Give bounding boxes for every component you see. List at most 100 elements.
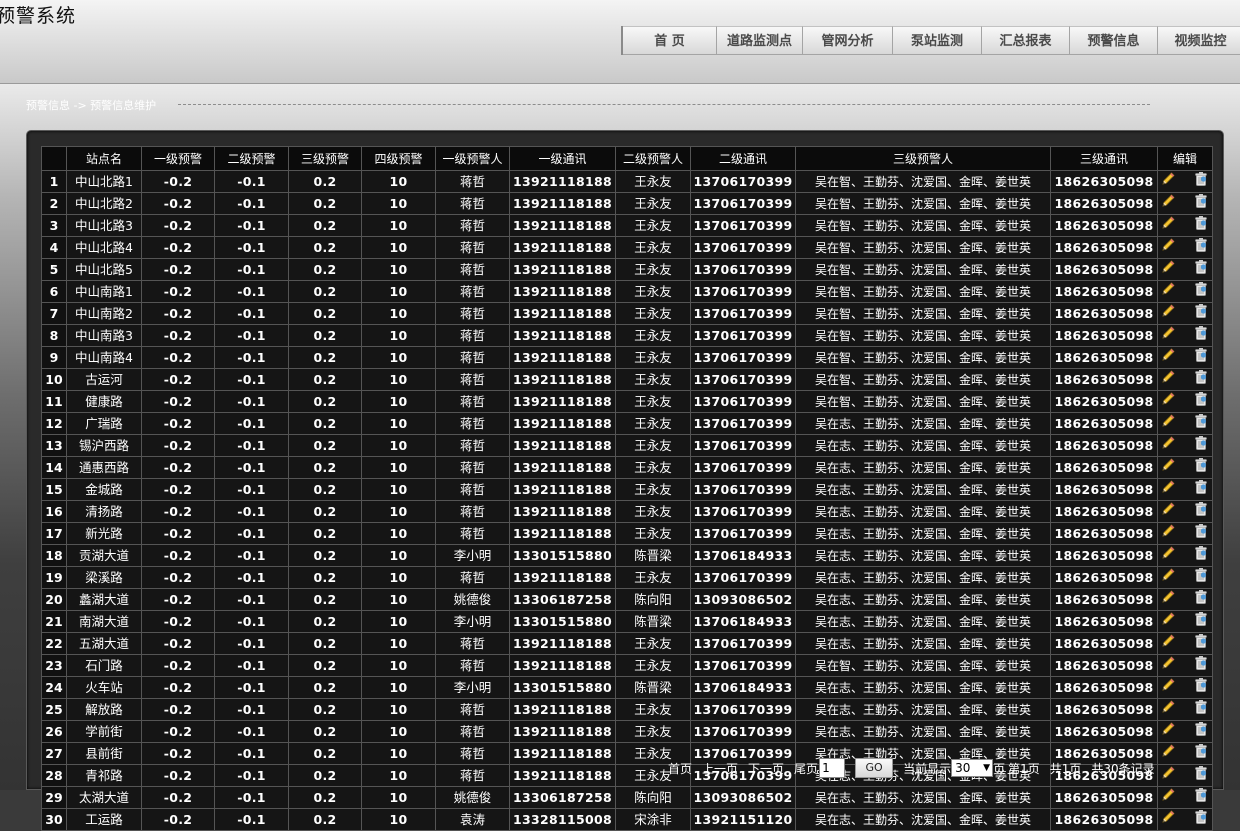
nav-item-0[interactable]: 首 页	[623, 26, 717, 55]
next-page-link[interactable]: 下一页	[748, 760, 784, 777]
pencil-icon[interactable]	[1160, 546, 1176, 566]
trash-icon[interactable]	[1193, 480, 1209, 500]
table-row[interactable]: 12 广瑞路 -0.2 -0.1 0.2 10 蒋哲 13921118188 王永友 137061…	[41, 412, 1213, 435]
pencil-icon[interactable]	[1160, 524, 1176, 544]
pencil-icon[interactable]	[1160, 348, 1176, 368]
table-row[interactable]: 20 蠡湖大道 -0.2 -0.1 0.2 10 姚德俊 13306187258 陈向阳 1309…	[41, 588, 1213, 611]
pencil-icon[interactable]	[1160, 634, 1176, 654]
table-row[interactable]: 23 石门路 -0.2 -0.1 0.2 10 蒋哲 13921118188 王永友 137061…	[41, 654, 1213, 677]
trash-icon[interactable]	[1193, 700, 1209, 720]
trash-icon[interactable]	[1193, 304, 1209, 324]
prev-page-link[interactable]: 上一页	[702, 760, 738, 777]
pencil-icon[interactable]	[1160, 788, 1176, 808]
pencil-icon[interactable]	[1160, 612, 1176, 632]
table-row[interactable]: 3 中山北路3 -0.2 -0.1 0.2 10 蒋哲 13921118188 王永友 13706…	[41, 214, 1213, 237]
pencil-icon[interactable]	[1160, 766, 1176, 786]
table-row[interactable]: 25 解放路 -0.2 -0.1 0.2 10 蒋哲 13921118188 王永友 137061…	[41, 698, 1213, 721]
pencil-icon[interactable]	[1160, 238, 1176, 258]
table-row[interactable]: 17 新光路 -0.2 -0.1 0.2 10 蒋哲 13921118188 王永友 137061…	[41, 522, 1213, 545]
trash-icon[interactable]	[1193, 546, 1209, 566]
table-row[interactable]: 24 火车站 -0.2 -0.1 0.2 10 李小明 13301515880 陈晋梁 13706…	[41, 676, 1213, 699]
table-row[interactable]: 22 五湖大道 -0.2 -0.1 0.2 10 蒋哲 13921118188 王永友 13706…	[41, 632, 1213, 655]
table-row[interactable]: 30 工运路 -0.2 -0.1 0.2 10 袁涛 13328115008 宋涂非 139211…	[41, 808, 1213, 831]
pencil-icon[interactable]	[1160, 744, 1176, 764]
trash-icon[interactable]	[1193, 766, 1209, 786]
trash-icon[interactable]	[1193, 590, 1209, 610]
table-row[interactable]: 1 中山北路1 -0.2 -0.1 0.2 10 蒋哲 13921118188 王永友 13706…	[41, 170, 1213, 193]
trash-icon[interactable]	[1193, 348, 1209, 368]
table-row[interactable]: 26 学前街 -0.2 -0.1 0.2 10 蒋哲 13921118188 王永友 137061…	[41, 720, 1213, 743]
pencil-icon[interactable]	[1160, 568, 1176, 588]
pencil-icon[interactable]	[1160, 260, 1176, 280]
pencil-icon[interactable]	[1160, 480, 1176, 500]
pencil-icon[interactable]	[1160, 216, 1176, 236]
table-row[interactable]: 18 贡湖大道 -0.2 -0.1 0.2 10 李小明 13301515880 陈晋梁 1370…	[41, 544, 1213, 567]
table-row[interactable]: 14 通惠西路 -0.2 -0.1 0.2 10 蒋哲 13921118188 王永友 13706…	[41, 456, 1213, 479]
nav-item-6[interactable]: 视频监控	[1158, 26, 1240, 55]
pencil-icon[interactable]	[1160, 414, 1176, 434]
trash-icon[interactable]	[1193, 392, 1209, 412]
table-row[interactable]: 4 中山北路4 -0.2 -0.1 0.2 10 蒋哲 13921118188 王永友 13706…	[41, 236, 1213, 259]
pencil-icon[interactable]	[1160, 656, 1176, 676]
pencil-icon[interactable]	[1160, 304, 1176, 324]
pencil-icon[interactable]	[1160, 810, 1176, 830]
nav-item-3[interactable]: 泵站监测	[893, 26, 982, 55]
trash-icon[interactable]	[1193, 194, 1209, 214]
pencil-icon[interactable]	[1160, 172, 1176, 192]
nav-item-5[interactable]: 预警信息	[1070, 26, 1158, 55]
pencil-icon[interactable]	[1160, 678, 1176, 698]
pencil-icon[interactable]	[1160, 458, 1176, 478]
trash-icon[interactable]	[1193, 216, 1209, 236]
trash-icon[interactable]	[1193, 502, 1209, 522]
trash-icon[interactable]	[1193, 568, 1209, 588]
page-number-input[interactable]	[819, 758, 846, 778]
trash-icon[interactable]	[1193, 238, 1209, 258]
go-button[interactable]: GO	[855, 758, 894, 778]
table-row[interactable]: 2 中山北路2 -0.2 -0.1 0.2 10 蒋哲 13921118188 王永友 13706…	[41, 192, 1213, 215]
trash-icon[interactable]	[1193, 282, 1209, 302]
trash-icon[interactable]	[1193, 172, 1209, 192]
pencil-icon[interactable]	[1160, 436, 1176, 456]
trash-icon[interactable]	[1193, 810, 1209, 830]
table-row[interactable]: 10 古运河 -0.2 -0.1 0.2 10 蒋哲 13921118188 王永友 137061…	[41, 368, 1213, 391]
pencil-icon[interactable]	[1160, 392, 1176, 412]
trash-icon[interactable]	[1193, 656, 1209, 676]
table-row[interactable]: 11 健康路 -0.2 -0.1 0.2 10 蒋哲 13921118188 王永友 137061…	[41, 390, 1213, 413]
table-row[interactable]: 6 中山南路1 -0.2 -0.1 0.2 10 蒋哲 13921118188 王永友 13706…	[41, 280, 1213, 303]
pencil-icon[interactable]	[1160, 700, 1176, 720]
trash-icon[interactable]	[1193, 634, 1209, 654]
table-row[interactable]: 7 中山南路2 -0.2 -0.1 0.2 10 蒋哲 13921118188 王永友 13706…	[41, 302, 1213, 325]
trash-icon[interactable]	[1193, 414, 1209, 434]
pencil-icon[interactable]	[1160, 722, 1176, 742]
trash-icon[interactable]	[1193, 722, 1209, 742]
trash-icon[interactable]	[1193, 436, 1209, 456]
trash-icon[interactable]	[1193, 458, 1209, 478]
pencil-icon[interactable]	[1160, 282, 1176, 302]
table-row[interactable]: 5 中山北路5 -0.2 -0.1 0.2 10 蒋哲 13921118188 王永友 13706…	[41, 258, 1213, 281]
pencil-icon[interactable]	[1160, 326, 1176, 346]
table-row[interactable]: 13 锡沪西路 -0.2 -0.1 0.2 10 蒋哲 13921118188 王永友 13706…	[41, 434, 1213, 457]
page-size-select[interactable]: 30 ▼	[951, 759, 994, 777]
table-row[interactable]: 15 金城路 -0.2 -0.1 0.2 10 蒋哲 13921118188 王永友 137061…	[41, 478, 1213, 501]
nav-item-2[interactable]: 管网分析	[803, 26, 893, 55]
table-row[interactable]: 21 南湖大道 -0.2 -0.1 0.2 10 李小明 13301515880 陈晋梁 1370…	[41, 610, 1213, 633]
trash-icon[interactable]	[1193, 260, 1209, 280]
trash-icon[interactable]	[1193, 788, 1209, 808]
pencil-icon[interactable]	[1160, 590, 1176, 610]
table-row[interactable]: 9 中山南路4 -0.2 -0.1 0.2 10 蒋哲 13921118188 王永友 13706…	[41, 346, 1213, 369]
nav-item-1[interactable]: 道路监测点	[717, 26, 803, 55]
pencil-icon[interactable]	[1160, 370, 1176, 390]
trash-icon[interactable]	[1193, 524, 1209, 544]
table-row[interactable]: 16 清扬路 -0.2 -0.1 0.2 10 蒋哲 13921118188 王永友 137061…	[41, 500, 1213, 523]
nav-item-4[interactable]: 汇总报表	[982, 26, 1070, 55]
table-row[interactable]: 19 梁溪路 -0.2 -0.1 0.2 10 蒋哲 13921118188 王永友 137061…	[41, 566, 1213, 589]
table-row[interactable]: 8 中山南路3 -0.2 -0.1 0.2 10 蒋哲 13921118188 王永友 13706…	[41, 324, 1213, 347]
first-page-link[interactable]: 首页	[668, 760, 692, 777]
trash-icon[interactable]	[1193, 370, 1209, 390]
trash-icon[interactable]	[1193, 326, 1209, 346]
pencil-icon[interactable]	[1160, 502, 1176, 522]
pencil-icon[interactable]	[1160, 194, 1176, 214]
last-page-link[interactable]: 尾页	[794, 760, 818, 777]
trash-icon[interactable]	[1193, 744, 1209, 764]
trash-icon[interactable]	[1193, 612, 1209, 632]
